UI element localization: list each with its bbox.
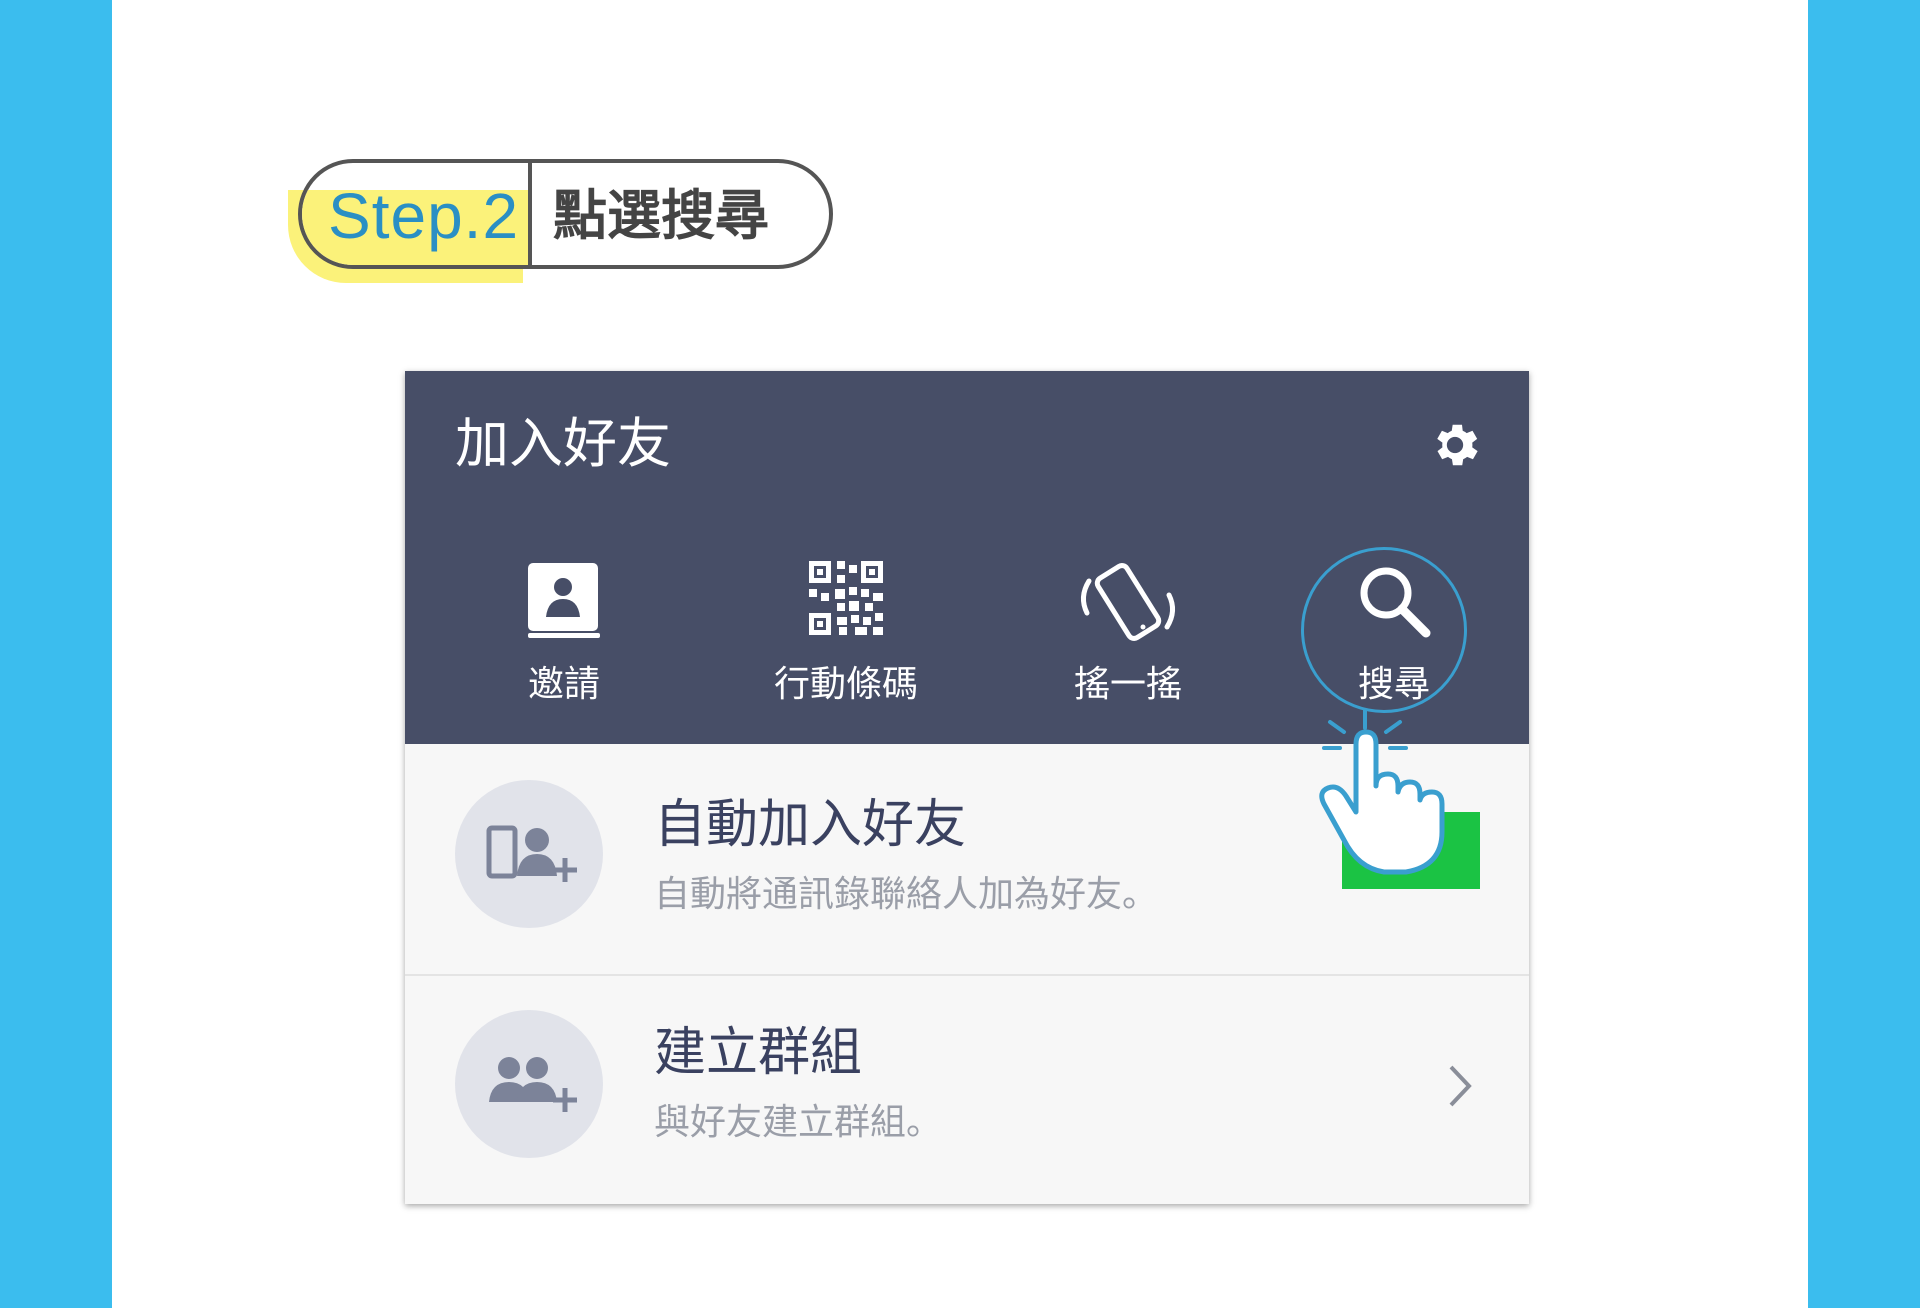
action-label: 邀請 xyxy=(527,664,600,705)
chevron-right-icon xyxy=(1449,1065,1472,1107)
row-subtitle: 自動將通訊錄聯絡人加為好友。 xyxy=(654,874,1159,915)
action-qr-code[interactable]: 行動條碼 xyxy=(726,561,966,711)
step-number: Step.2 xyxy=(328,180,520,252)
step-instruction: 點選搜尋 xyxy=(553,184,769,247)
avatar xyxy=(455,780,603,928)
shake-phone-icon xyxy=(1081,563,1175,641)
action-label: 搖一搖 xyxy=(1073,664,1182,705)
row-title: 建立群組 xyxy=(654,1023,863,1083)
gear-icon[interactable] xyxy=(1427,417,1483,473)
avatar xyxy=(455,1010,603,1158)
header-bar: 加入好友 邀請 行動條碼 搖一搖 搜尋 xyxy=(405,371,1529,744)
qr-code-icon xyxy=(809,561,883,635)
row-title: 自動加入好友 xyxy=(654,795,967,855)
action-label: 行動條碼 xyxy=(773,664,918,705)
pointer-hand-icon xyxy=(1319,708,1445,875)
list-item-create-group[interactable]: 建立群組 與好友建立群組。 xyxy=(405,976,1529,1204)
phone-add-friend-icon xyxy=(486,825,577,882)
action-shake[interactable]: 搖一搖 xyxy=(1008,561,1248,711)
group-add-icon xyxy=(489,1057,577,1112)
action-invite[interactable]: 邀請 xyxy=(444,561,684,711)
row-subtitle: 與好友建立群組。 xyxy=(654,1102,943,1143)
contacts-icon xyxy=(528,563,600,638)
page-title: 加入好友 xyxy=(455,412,671,475)
step-divider xyxy=(528,161,532,267)
search-highlight-ring xyxy=(1301,547,1467,713)
